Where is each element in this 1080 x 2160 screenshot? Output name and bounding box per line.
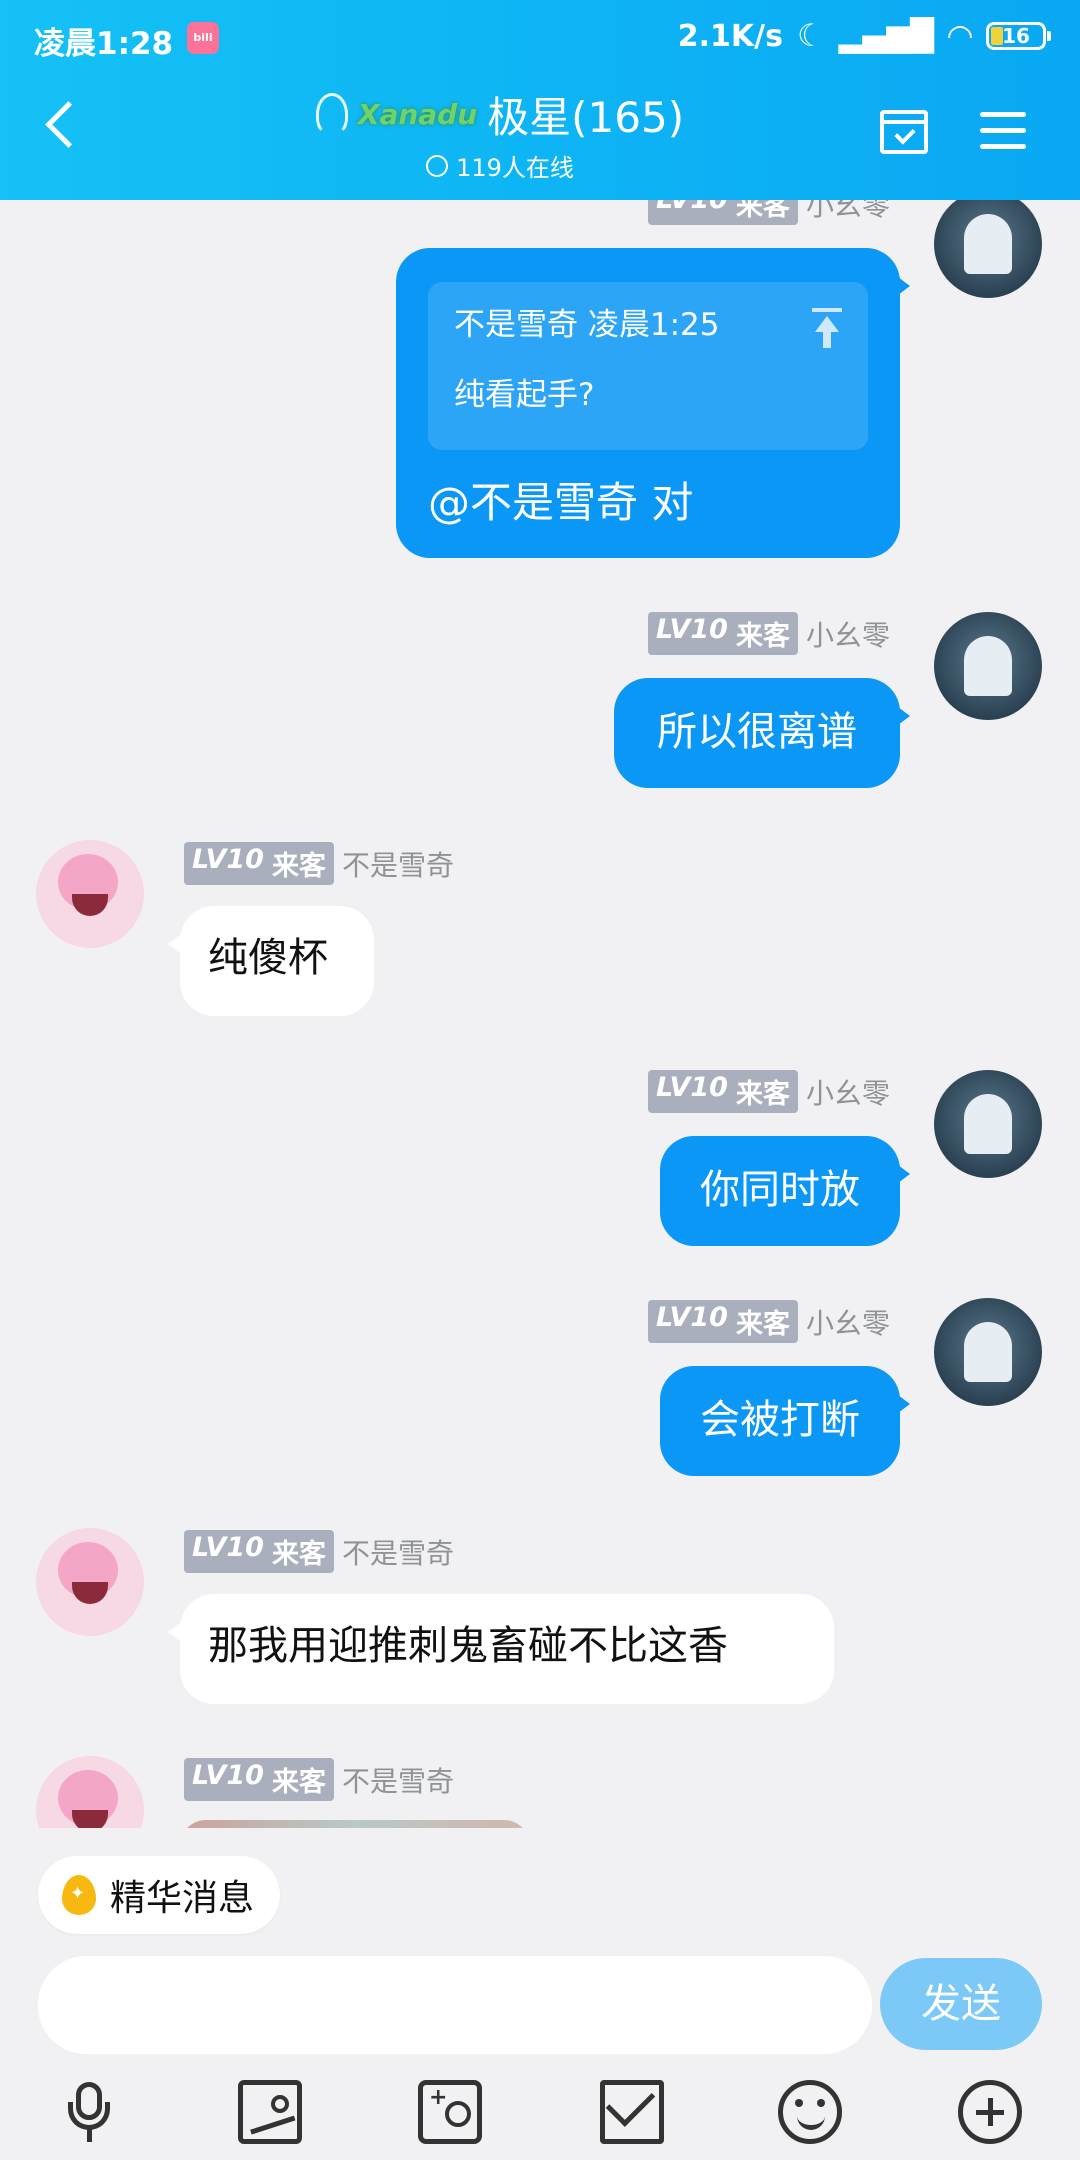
level-badge: LV10来客	[184, 1530, 334, 1573]
microphone-icon[interactable]	[58, 2080, 122, 2144]
sender-name: 不是雪奇	[341, 848, 454, 882]
message-text: 所以很离谱	[657, 709, 857, 755]
moon-icon: ☾	[796, 18, 825, 54]
sender-name: 小幺零	[805, 1076, 890, 1110]
online-text: 119人在线	[456, 154, 574, 182]
signal-icon: ▂▄▆█	[838, 18, 935, 54]
ear-icon	[315, 93, 348, 135]
image-message[interactable]	[180, 1820, 530, 1828]
chat-header: 凌晨1:28 bili 2.1K/s ☾ ▂▄▆█ ◠ 16 Xanadu 极星…	[0, 0, 1080, 200]
status-time: 凌晨1:28	[34, 26, 174, 62]
essence-drop-icon	[62, 1875, 96, 1915]
avatar[interactable]	[934, 1298, 1042, 1406]
composer-area: 精华消息 发送	[0, 1828, 1080, 2160]
level-badge: LV10来客	[648, 1070, 798, 1113]
bilibili-notification-icon: bili	[187, 22, 219, 54]
sender-name: 小幺零	[805, 200, 890, 222]
battery-level: 16	[1002, 24, 1030, 48]
jump-to-original-icon[interactable]	[812, 308, 842, 348]
sender-name: 不是雪奇	[341, 1764, 454, 1798]
message-text: @不是雪奇 对	[428, 478, 694, 527]
level-badge: LV10来客	[648, 1300, 798, 1343]
status-bar: 凌晨1:28 bili 2.1K/s ☾ ▂▄▆█ ◠ 16	[34, 18, 1051, 62]
sender-name: 小幺零	[805, 618, 890, 652]
quote-text: 纯看起手?	[454, 377, 595, 413]
send-button[interactable]: 发送	[880, 1958, 1042, 2050]
level-badge: LV10来客	[648, 612, 798, 655]
message-meta: LV10 来客 不是雪奇	[184, 842, 454, 885]
menu-icon[interactable]	[980, 112, 1026, 152]
chat-title-area[interactable]: Xanadu 极星(165) 119人在线	[260, 86, 740, 183]
message-bubble[interactable]: 会被打断	[660, 1366, 910, 1476]
sender-name: 小幺零	[805, 1306, 890, 1340]
quoted-message[interactable]: 不是雪奇 凌晨1:25 纯看起手?	[428, 282, 868, 450]
quote-author-time: 不是雪奇 凌晨1:25	[454, 307, 720, 343]
message-input[interactable]	[38, 1956, 872, 2054]
message-text: 你同时放	[700, 1167, 860, 1213]
message-meta: LV10来客 小幺零	[648, 1070, 890, 1113]
online-status-icon	[426, 154, 449, 177]
image-icon[interactable]	[238, 2080, 302, 2144]
level-badge: LV10来客	[184, 1758, 334, 1801]
message-bubble[interactable]: 那我用迎推刺鬼畜碰不比这香	[168, 1594, 834, 1704]
message-bubble[interactable]: 不是雪奇 凌晨1:25 纯看起手? @不是雪奇 对	[396, 248, 910, 558]
camera-icon[interactable]	[418, 2080, 482, 2144]
message-meta: LV10 来客 不是雪奇	[184, 1530, 454, 1573]
message-meta: LV10来客 小幺零	[648, 1300, 890, 1343]
message-bubble[interactable]: 所以很离谱	[614, 678, 910, 788]
message-bubble[interactable]: 你同时放	[660, 1136, 910, 1246]
essence-label: 精华消息	[110, 1878, 255, 1919]
message-list[interactable]: LV10来客 小幺零 不是雪奇 凌晨1:25 纯看起手? @不是雪奇 对 LV1…	[0, 200, 1080, 1828]
essence-messages-button[interactable]: 精华消息	[38, 1856, 281, 1934]
message-meta: LV10来客 小幺零	[648, 200, 890, 225]
plus-icon[interactable]	[958, 2080, 1022, 2144]
avatar[interactable]	[934, 1070, 1042, 1178]
avatar[interactable]	[36, 840, 144, 948]
avatar[interactable]	[36, 1756, 144, 1828]
sender-name: 不是雪奇	[341, 1536, 454, 1570]
avatar[interactable]	[934, 200, 1042, 298]
level-badge: LV10来客	[648, 200, 798, 225]
net-speed: 2.1K/s	[677, 18, 783, 54]
level-badge: LV10来客	[184, 842, 334, 885]
red-packet-icon[interactable]	[600, 2080, 664, 2144]
message-bubble[interactable]: 纯傻杯	[168, 906, 374, 1016]
emoji-icon[interactable]	[778, 2080, 842, 2144]
message-text: 那我用迎推刺鬼畜碰不比这香	[208, 1623, 728, 1669]
status-right: 2.1K/s ☾ ▂▄▆█ ◠ 16	[677, 18, 1051, 54]
avatar[interactable]	[934, 612, 1042, 720]
message-text: 会被打断	[700, 1397, 860, 1443]
avatar[interactable]	[36, 1528, 144, 1636]
brand-logo: Xanadu	[357, 97, 478, 131]
wifi-icon: ◠	[948, 18, 972, 54]
message-meta: LV10来客 小幺零	[648, 612, 890, 655]
calendar-check-icon[interactable]	[880, 110, 928, 154]
input-toolbar	[0, 2070, 1080, 2160]
online-count: 119人在线	[260, 148, 740, 183]
message-text: 纯傻杯	[208, 935, 328, 981]
back-icon[interactable]	[45, 101, 92, 148]
message-meta: LV10 来客 不是雪奇	[184, 1758, 454, 1801]
group-title: 极星(165)	[487, 92, 685, 142]
battery-icon: 16	[986, 22, 1051, 50]
